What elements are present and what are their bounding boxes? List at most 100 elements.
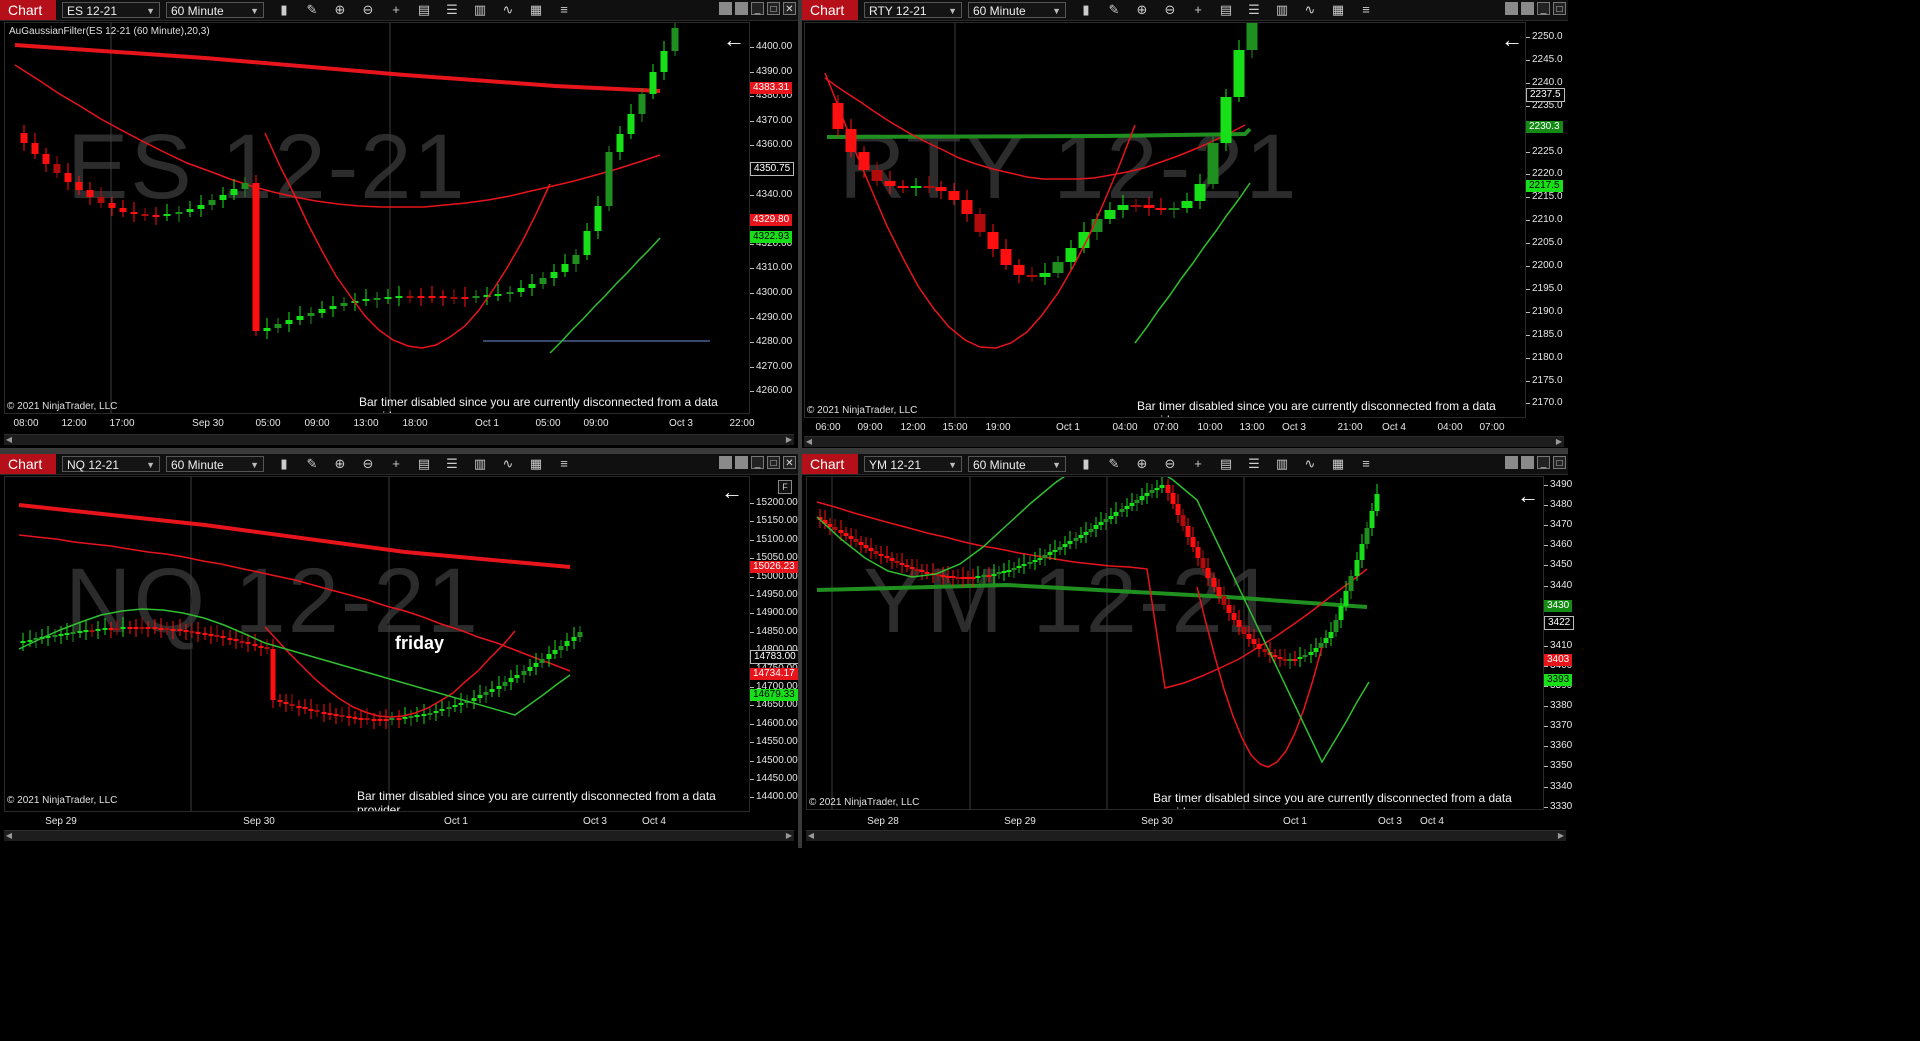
- price-chart[interactable]: ES 12-21 AuGaussianFilter(ES 12-21 (60 M…: [4, 22, 750, 414]
- templates-icon[interactable]: ▦: [1330, 456, 1346, 472]
- strategies-icon[interactable]: ∿: [1302, 456, 1318, 472]
- bar-type-icon[interactable]: ▮: [1078, 2, 1094, 18]
- maximize-icon[interactable]: □: [1553, 2, 1566, 15]
- indicators-icon[interactable]: ▥: [472, 2, 488, 18]
- tile-icon[interactable]: [1505, 456, 1518, 469]
- scroll-right-icon[interactable]: ▶: [1556, 831, 1566, 841]
- zoom-out-icon[interactable]: ⊖: [1162, 456, 1178, 472]
- instrument-list-icon[interactable]: ≡: [1358, 2, 1374, 18]
- templates-icon[interactable]: ▦: [1330, 2, 1346, 18]
- bar-type-icon[interactable]: ▮: [276, 2, 292, 18]
- price-axis[interactable]: 2250.02245.02240.02235.02230.02225.02220…: [1526, 21, 1568, 417]
- properties-icon[interactable]: ☰: [444, 456, 460, 472]
- scroll-right-icon[interactable]: ▶: [1554, 437, 1564, 447]
- templates-icon[interactable]: ▦: [528, 456, 544, 472]
- time-axis[interactable]: 06:00 09:00 12:00 15:00 19:00 Oct 1 04:00 07:00…: [804, 420, 1564, 436]
- zoom-in-icon[interactable]: ⊕: [332, 456, 348, 472]
- data-box-icon[interactable]: ▤: [416, 2, 432, 18]
- horizontal-scrollbar[interactable]: ◀ ▶: [4, 830, 794, 841]
- zoom-out-icon[interactable]: ⊖: [360, 2, 376, 18]
- chart-menu-button[interactable]: Chart: [0, 454, 56, 474]
- scroll-left-icon[interactable]: ◀: [804, 437, 814, 447]
- maximize-icon[interactable]: □: [767, 2, 780, 15]
- bar-type-icon[interactable]: ▮: [1078, 456, 1094, 472]
- price-chart[interactable]: RTY 12-21 ← © 2021 NinjaTrader, LLC Bar …: [804, 22, 1526, 418]
- chart-menu-button[interactable]: Chart: [802, 0, 858, 20]
- time-axis[interactable]: 08:00 12:00 17:00 Sep 30 05:00 09:00 13:00 18:0…: [4, 416, 794, 432]
- back-arrow-icon[interactable]: ←: [721, 481, 743, 503]
- data-box-icon[interactable]: ▤: [1218, 456, 1234, 472]
- crosshair-icon[interactable]: +: [388, 456, 404, 472]
- zoom-out-icon[interactable]: ⊖: [1162, 2, 1178, 18]
- close-icon[interactable]: ✕: [783, 456, 796, 469]
- draw-pencil-icon[interactable]: ✎: [1106, 456, 1122, 472]
- data-box-icon[interactable]: ▤: [416, 456, 432, 472]
- data-box-icon[interactable]: ▤: [1218, 2, 1234, 18]
- price-chart[interactable]: YM 12-21 ← © 2021 NinjaTrader, LLC Bar t…: [806, 476, 1544, 810]
- scroll-left-icon[interactable]: ◀: [4, 435, 14, 445]
- strategies-icon[interactable]: ∿: [500, 456, 516, 472]
- price-axis[interactable]: 3490348034703460345034403430342034103400…: [1543, 475, 1575, 812]
- instrument-selector[interactable]: ES 12-21 ▼: [62, 2, 160, 18]
- maximize-icon[interactable]: □: [767, 456, 780, 469]
- indicators-icon[interactable]: ▥: [1274, 456, 1290, 472]
- zoom-in-icon[interactable]: ⊕: [1134, 2, 1150, 18]
- indicators-icon[interactable]: ▥: [1274, 2, 1290, 18]
- horizontal-scrollbar[interactable]: ◀ ▶: [806, 830, 1566, 841]
- indicators-icon[interactable]: ▥: [472, 456, 488, 472]
- panel-divider[interactable]: [0, 448, 1568, 454]
- draw-pencil-icon[interactable]: ✎: [304, 456, 320, 472]
- interval-selector[interactable]: 60 Minute ▼: [968, 456, 1066, 472]
- crosshair-icon[interactable]: +: [1190, 2, 1206, 18]
- strategies-icon[interactable]: ∿: [1302, 2, 1318, 18]
- instrument-selector[interactable]: NQ 12-21 ▼: [62, 456, 160, 472]
- draw-pencil-icon[interactable]: ✎: [304, 2, 320, 18]
- tile-icon[interactable]: [735, 2, 748, 15]
- instrument-list-icon[interactable]: ≡: [556, 456, 572, 472]
- scroll-left-icon[interactable]: ◀: [806, 831, 816, 841]
- draw-pencil-icon[interactable]: ✎: [1106, 2, 1122, 18]
- crosshair-icon[interactable]: +: [388, 2, 404, 18]
- tile-icon[interactable]: [1521, 2, 1534, 15]
- horizontal-scrollbar[interactable]: ◀ ▶: [804, 436, 1564, 447]
- templates-icon[interactable]: ▦: [528, 2, 544, 18]
- zoom-in-icon[interactable]: ⊕: [332, 2, 348, 18]
- minimize-icon[interactable]: _: [751, 2, 764, 15]
- minimize-icon[interactable]: _: [1537, 2, 1550, 15]
- interval-selector[interactable]: 60 Minute ▼: [166, 456, 264, 472]
- minimize-icon[interactable]: _: [751, 456, 764, 469]
- scroll-right-icon[interactable]: ▶: [784, 831, 794, 841]
- scroll-left-icon[interactable]: ◀: [4, 831, 14, 841]
- tile-icon[interactable]: [719, 456, 732, 469]
- scroll-right-icon[interactable]: ▶: [784, 435, 794, 445]
- panel-divider[interactable]: [798, 0, 802, 848]
- price-axis[interactable]: 4400.004390.004380.004370.004360.004350.…: [749, 21, 798, 413]
- bar-type-icon[interactable]: ▮: [276, 456, 292, 472]
- interval-selector[interactable]: 60 Minute ▼: [166, 2, 264, 18]
- tile-icon[interactable]: [1505, 2, 1518, 15]
- chart-menu-button[interactable]: Chart: [802, 454, 858, 474]
- tile-icon[interactable]: [1521, 456, 1534, 469]
- properties-icon[interactable]: ☰: [1246, 456, 1262, 472]
- price-axis[interactable]: 15200.00 15150.00 15100.00 15050.00 15000.00…: [750, 475, 800, 811]
- properties-icon[interactable]: ☰: [444, 2, 460, 18]
- instrument-list-icon[interactable]: ≡: [556, 2, 572, 18]
- price-chart[interactable]: NQ 12-21 friday ← © 2021 NinjaTrader, LL…: [4, 476, 750, 812]
- crosshair-icon[interactable]: +: [1190, 456, 1206, 472]
- instrument-selector[interactable]: RTY 12-21 ▼: [864, 2, 962, 18]
- interval-selector[interactable]: 60 Minute ▼: [968, 2, 1066, 18]
- zoom-out-icon[interactable]: ⊖: [360, 456, 376, 472]
- tile-icon[interactable]: [735, 456, 748, 469]
- time-axis[interactable]: Sep 29 Sep 30 Oct 1 Oct 3 Oct 4: [4, 814, 794, 830]
- horizontal-scrollbar[interactable]: ◀ ▶: [4, 434, 794, 445]
- properties-icon[interactable]: ☰: [1246, 2, 1262, 18]
- instrument-selector[interactable]: YM 12-21 ▼: [864, 456, 962, 472]
- back-arrow-icon[interactable]: ←: [1501, 29, 1523, 51]
- close-icon[interactable]: ✕: [783, 2, 796, 15]
- time-axis[interactable]: Sep 28 Sep 29 Sep 30 Oct 1 Oct 3 Oct 4: [806, 814, 1566, 830]
- minimize-icon[interactable]: _: [1537, 456, 1550, 469]
- instrument-list-icon[interactable]: ≡: [1358, 456, 1374, 472]
- back-arrow-icon[interactable]: ←: [723, 29, 745, 51]
- back-arrow-icon[interactable]: ←: [1517, 485, 1539, 507]
- strategies-icon[interactable]: ∿: [500, 2, 516, 18]
